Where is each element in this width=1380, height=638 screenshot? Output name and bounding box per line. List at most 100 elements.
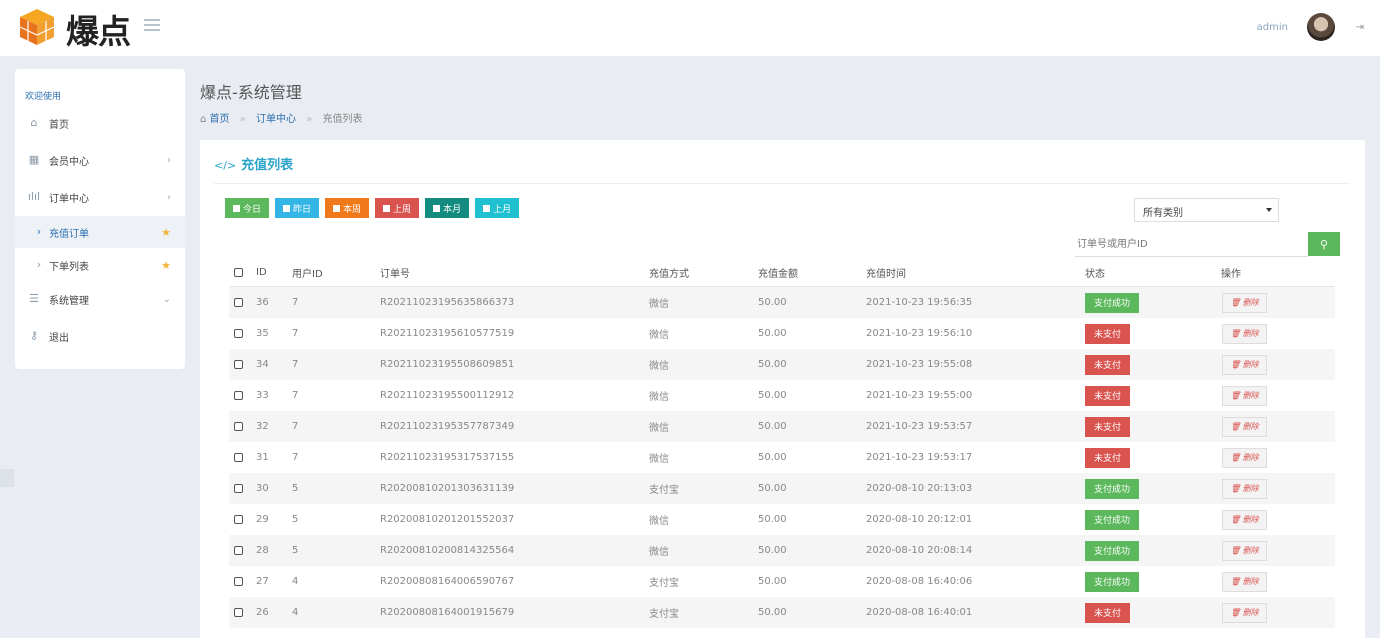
delete-button[interactable]: 🗑 删除: [1222, 540, 1267, 561]
delete-label: 删除: [1242, 484, 1259, 493]
cell-time: 2020-08-10 20:08:14: [866, 545, 973, 556]
cell-amount: 50.00: [758, 514, 787, 525]
avatar[interactable]: [1307, 13, 1335, 41]
logout-icon[interactable]: ⇥: [1356, 22, 1364, 33]
row-checkbox[interactable]: [234, 577, 243, 586]
row-checkbox[interactable]: [234, 422, 243, 431]
chevron-right-icon: ›: [167, 191, 171, 203]
quick-filter-label: 昨日: [293, 204, 312, 215]
quick-filter-button[interactable]: 今日: [225, 198, 270, 218]
delete-button[interactable]: 🗑 删除: [1222, 416, 1267, 437]
cell-user-id: 4: [292, 576, 299, 587]
category-select[interactable]: 所有类别: [1134, 198, 1279, 222]
sidebar-item-orders[interactable]: ılıl 订单中心 ›: [15, 181, 185, 213]
sidebar-item-members[interactable]: ▦ 会员中心 ›: [15, 144, 185, 176]
cell-amount: 50.00: [758, 483, 787, 494]
delete-button[interactable]: 🗑 删除: [1222, 292, 1267, 313]
cell-user-id: 7: [292, 452, 299, 463]
trash-icon: 🗑: [1230, 515, 1241, 524]
cell-time: 2020-08-08 16:40:06: [866, 576, 973, 587]
row-checkbox[interactable]: [234, 515, 243, 524]
table-header-row: ID 用户ID 订单号 充值方式 充值金额 充值时间 状态 操作: [229, 258, 1335, 287]
cell-order-no: R20211023195500112912: [380, 390, 515, 401]
quick-filter-button[interactable]: 上周: [375, 198, 420, 218]
cell-amount: 50.00: [758, 297, 787, 308]
cell-user-id: 5: [292, 545, 299, 556]
delete-button[interactable]: 🗑 删除: [1222, 509, 1267, 530]
quick-filter-button[interactable]: 本月: [425, 198, 470, 218]
cell-order-no: R20200808164001915679: [380, 607, 515, 618]
cell-user-id: 5: [292, 514, 299, 525]
delete-button[interactable]: 🗑 删除: [1222, 478, 1267, 499]
breadcrumb-section[interactable]: 订单中心: [256, 114, 296, 125]
delete-label: 删除: [1242, 360, 1259, 369]
row-checkbox[interactable]: [234, 391, 243, 400]
breadcrumb-home[interactable]: 首页: [210, 114, 230, 125]
caret-down-icon: [1266, 208, 1272, 212]
delete-button[interactable]: 🗑 删除: [1222, 571, 1267, 592]
cell-order-no: R20211023195317537155: [380, 452, 515, 463]
cell-amount: 50.00: [758, 359, 787, 370]
delete-label: 删除: [1242, 453, 1259, 462]
cell-user-id: 7: [292, 328, 299, 339]
cell-order-no: R20200810201201552037: [380, 514, 515, 525]
cell-order-no: R20200808164006590767: [380, 576, 515, 587]
status-badge: 支付成功: [1085, 478, 1139, 499]
delete-button[interactable]: 🗑 删除: [1222, 385, 1267, 406]
table-row: 28 5 R20200810200814325564 微信 50.00 2020-08-1…: [229, 535, 1335, 566]
delete-label: 删除: [1242, 298, 1259, 307]
cell-time: 2021-10-23 19:55:08: [866, 359, 973, 370]
delete-button[interactable]: 🗑 删除: [1222, 354, 1267, 375]
admin-name[interactable]: admin: [1257, 22, 1288, 33]
column-header: 充值方式: [649, 268, 689, 280]
quick-filter-button[interactable]: 本周: [325, 198, 370, 218]
row-checkbox[interactable]: [234, 546, 243, 555]
table-row: 26 4 R20200808164001915679 支付宝 50.00 2020-08-…: [229, 597, 1335, 628]
side-collapse-handle[interactable]: [0, 469, 14, 487]
sidebar-item-order-list[interactable]: › 下单列表 ★: [15, 249, 185, 281]
sidebar-item-logout[interactable]: ⚷ 退出: [15, 320, 185, 352]
table-row: 32 7 R20211023195357787349 微信 50.00 2021-10-2…: [229, 411, 1335, 442]
menu-toggle-icon[interactable]: [144, 19, 160, 33]
delete-label: 删除: [1242, 391, 1259, 400]
cell-amount: 50.00: [758, 452, 787, 463]
cell-order-no: R20200810200814325564: [380, 545, 515, 556]
column-header: 订单号: [380, 268, 410, 280]
quick-filter-button[interactable]: 上月: [475, 198, 520, 218]
delete-button[interactable]: 🗑 删除: [1222, 447, 1267, 468]
select-all-checkbox[interactable]: [234, 268, 243, 277]
cell-pay-method: 微信: [649, 330, 669, 341]
row-checkbox[interactable]: [234, 608, 243, 617]
row-checkbox[interactable]: [234, 360, 243, 369]
search-button[interactable]: ⚲: [1308, 232, 1340, 256]
trash-icon: 🗑: [1230, 484, 1241, 493]
sidebar-item-recharge-orders[interactable]: › 充值订单 ★: [15, 216, 185, 248]
sidebar-item-system[interactable]: ☰ 系统管理 ⌄: [15, 283, 185, 315]
square-icon: [483, 204, 491, 212]
sidebar-item-label: 退出: [49, 332, 69, 344]
trash-icon: 🗑: [1230, 391, 1241, 400]
row-checkbox[interactable]: [234, 453, 243, 462]
quick-filter-label: 上周: [393, 204, 412, 215]
page-title: 爆点-系统管理: [200, 83, 302, 102]
sidebar-item-home[interactable]: ⌂ 首页: [15, 107, 185, 139]
table-row: 30 5 R20200810201303631139 支付宝 50.00 2020-08-…: [229, 473, 1335, 504]
table-row: 35 7 R20211023195610577519 微信 50.00 2021-10-2…: [229, 318, 1335, 349]
row-checkbox[interactable]: [234, 484, 243, 493]
search-input[interactable]: [1075, 232, 1308, 257]
cell-pay-method: 微信: [649, 392, 669, 403]
delete-button[interactable]: 🗑 删除: [1222, 602, 1267, 623]
home-icon: ⌂: [200, 114, 207, 125]
quick-filter-button[interactable]: 昨日: [275, 198, 320, 218]
cell-pay-method: 微信: [649, 423, 669, 434]
breadcrumb-current: 充值列表: [322, 114, 363, 125]
cell-amount: 50.00: [758, 390, 787, 401]
recharge-table: ID 用户ID 订单号 充值方式 充值金额 充值时间 状态 操作 36 7 R202…: [229, 258, 1335, 628]
delete-button[interactable]: 🗑 删除: [1222, 323, 1267, 344]
sidebar-item-label: 下单列表: [49, 261, 89, 273]
row-checkbox[interactable]: [234, 298, 243, 307]
cell-time: 2020-08-08 16:40:01: [866, 607, 973, 618]
row-checkbox[interactable]: [234, 329, 243, 338]
status-badge: 支付成功: [1085, 509, 1139, 530]
cell-order-no: R20211023195357787349: [380, 421, 515, 432]
